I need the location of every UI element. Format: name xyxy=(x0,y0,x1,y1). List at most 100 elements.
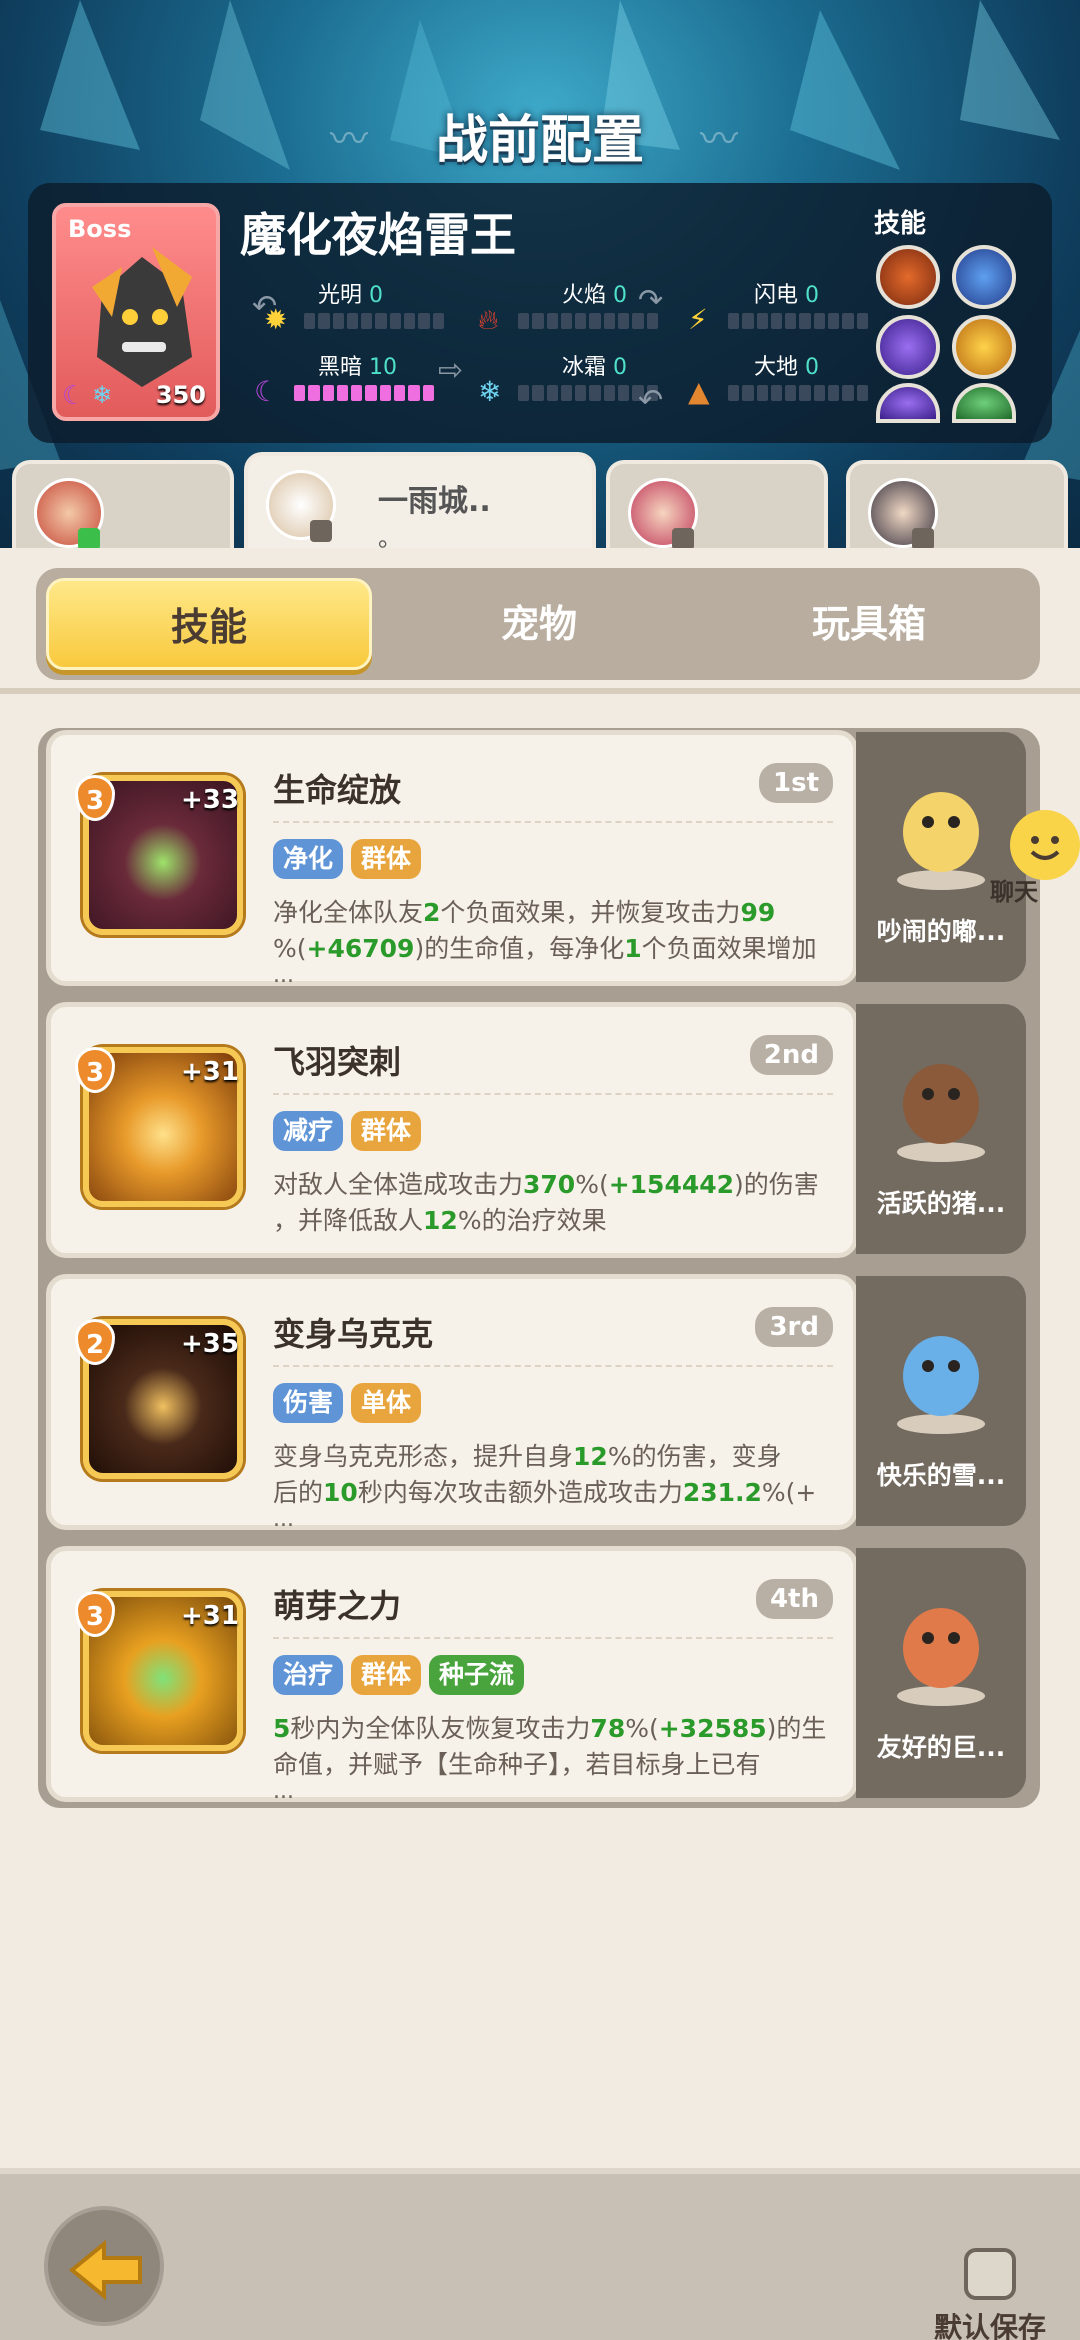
tab-pets[interactable]: 宠物 xyxy=(376,578,702,670)
skill-bonus: +33 xyxy=(181,785,239,815)
boss-skill-crown-icon[interactable] xyxy=(952,315,1016,379)
skill-rank-badge: 2nd xyxy=(749,1035,833,1075)
boss-card[interactable]: Boss ☾ ❄ 350 xyxy=(52,203,220,421)
skill-rank-badge: 3rd xyxy=(755,1307,833,1347)
device-badge-icon xyxy=(310,520,332,542)
default-save-checkbox[interactable] xyxy=(964,2248,1016,2300)
element-earth: 大地 0 ▲ xyxy=(658,349,868,409)
boss-skill-claw-icon[interactable] xyxy=(876,245,940,309)
skill-card[interactable]: 3 +31 飞羽突刺 2nd 减疗 群体 对敌人全体造成攻击力370%(+1544… xyxy=(46,1002,858,1258)
boss-skill-storm-icon[interactable] xyxy=(876,315,940,379)
skill-name: 萌芽之力 xyxy=(273,1587,402,1625)
skill-card[interactable]: 2 +35 变身乌克克 3rd 伤害 单体 变身乌克克形态，提升自身12%的伤害，… xyxy=(46,1274,858,1532)
element-bar xyxy=(518,313,658,329)
skill-tag: 种子流 xyxy=(429,1655,525,1695)
chat-label: 聊天 xyxy=(990,878,1038,906)
skill-tag: 净化 xyxy=(273,839,344,879)
skill-name: 变身乌克克 xyxy=(273,1315,434,1353)
element-bar-segment xyxy=(518,313,530,329)
boss-skill-partial-icon[interactable] xyxy=(876,383,940,423)
element-bar-segment xyxy=(575,385,587,401)
element-bar-segment xyxy=(828,385,840,401)
divider xyxy=(273,1093,833,1095)
arrow-icon: ↷ xyxy=(638,283,664,318)
pet-figure xyxy=(897,1608,985,1706)
skill-tag: 群体 xyxy=(351,1655,422,1695)
fire-icon: 🔥︎ xyxy=(478,303,499,336)
snowflake-icon: ❄ xyxy=(92,381,113,409)
skill-tag: 伤害 xyxy=(273,1383,344,1423)
skill-tags: 减疗 群体 xyxy=(273,1111,422,1151)
pet-slot[interactable]: 快乐的雪... xyxy=(856,1276,1026,1526)
element-bar-segment xyxy=(589,385,601,401)
tab-skills[interactable]: 技能 xyxy=(46,578,372,670)
element-bar-segment xyxy=(618,385,630,401)
arrow-icon: ↶ xyxy=(252,289,278,324)
element-bar-segment xyxy=(361,313,373,329)
team-member-tab-2[interactable]: 一雨城.. 。 xyxy=(244,452,596,560)
skill-tags: 治疗 群体 种子流 xyxy=(273,1655,525,1695)
chat-button[interactable] xyxy=(1010,810,1080,880)
team-member-tab-3[interactable] xyxy=(606,460,828,560)
pet-slot[interactable]: 活跃的猪... xyxy=(856,1004,1026,1254)
element-bar-segment xyxy=(856,385,868,401)
element-bar-segment xyxy=(375,313,387,329)
pet-figure xyxy=(897,792,985,890)
element-bar-segment xyxy=(308,385,320,401)
element-bar-segment xyxy=(728,313,740,329)
lightning-icon: ⚡︎ xyxy=(688,303,708,336)
element-bar-segment xyxy=(379,385,392,401)
pet-name: 友好的巨... xyxy=(876,1733,1006,1762)
page-title: 战前配置 xyxy=(435,111,644,171)
element-bar-segment xyxy=(404,313,416,329)
element-bar-segment xyxy=(742,385,754,401)
skill-name: 生命绽放 xyxy=(273,771,402,809)
element-bar-segment xyxy=(742,313,754,329)
pet-name: 快乐的雪... xyxy=(876,1461,1006,1490)
team-member-tab-1[interactable] xyxy=(12,460,234,560)
skill-name: 飞羽突刺 xyxy=(273,1043,402,1081)
element-bar-segment xyxy=(418,313,430,329)
skill-card[interactable]: 3 +31 萌芽之力 4th 治疗 群体 种子流 5秒内为全体队友恢复攻击力78%(… xyxy=(46,1546,858,1804)
element-bar-segment xyxy=(785,313,797,329)
element-bar-segment xyxy=(304,313,316,329)
pet-figure xyxy=(897,1064,985,1162)
element-bar-segment xyxy=(575,313,587,329)
element-bar-segment xyxy=(560,313,573,329)
back-button[interactable] xyxy=(44,2206,164,2326)
element-bar-segment xyxy=(813,313,826,329)
boss-level: 350 xyxy=(155,381,206,409)
element-light: 光明 0 ✹ xyxy=(264,277,474,337)
pet-slot[interactable]: 吵闹的嘟... xyxy=(856,732,1026,982)
boss-tag: Boss xyxy=(68,215,132,243)
element-bar-segment xyxy=(322,385,334,401)
skill-card[interactable]: 3 +33 生命绽放 1st 净化 群体 净化全体队友2个负面效果，并恢复攻击力9… xyxy=(46,730,858,988)
boss-skill-lightning-icon[interactable] xyxy=(952,245,1016,309)
element-bar-segment xyxy=(546,313,558,329)
element-bar-segment xyxy=(589,313,601,329)
pet-slot[interactable]: 友好的巨... xyxy=(856,1548,1026,1798)
team-member-tab-4[interactable] xyxy=(846,460,1068,560)
skill-tags: 净化 群体 xyxy=(273,839,422,879)
moon-icon: ☾ xyxy=(254,375,280,408)
skill-tag: 治疗 xyxy=(273,1655,344,1695)
element-bar-segment xyxy=(618,313,630,329)
element-bar-segment xyxy=(842,313,854,329)
skill-description: 变身乌克克形态，提升自身12%的伤害，变身 后的10秒内每次攻击额外造成攻击力2… xyxy=(273,1442,817,1507)
element-bar-segment xyxy=(799,385,811,401)
element-bar-segment xyxy=(603,313,616,329)
element-bar-segment xyxy=(346,313,359,329)
boss-skill-partial-icon[interactable] xyxy=(952,383,1016,423)
skill-tag: 单体 xyxy=(351,1383,422,1423)
boss-name: 魔化夜焰雷王 xyxy=(240,208,516,262)
device-badge-icon xyxy=(672,528,694,550)
tab-toybox[interactable]: 玩具箱 xyxy=(706,578,1032,670)
smile-icon xyxy=(1030,836,1060,860)
element-bar-segment xyxy=(813,385,826,401)
element-bar xyxy=(728,385,868,401)
skill-tag: 群体 xyxy=(351,839,422,879)
element-bar-segment xyxy=(532,313,544,329)
skill-tags: 伤害 单体 xyxy=(273,1383,422,1423)
skill-description-more: ... xyxy=(273,1507,294,1532)
element-bar-segment xyxy=(336,385,349,401)
